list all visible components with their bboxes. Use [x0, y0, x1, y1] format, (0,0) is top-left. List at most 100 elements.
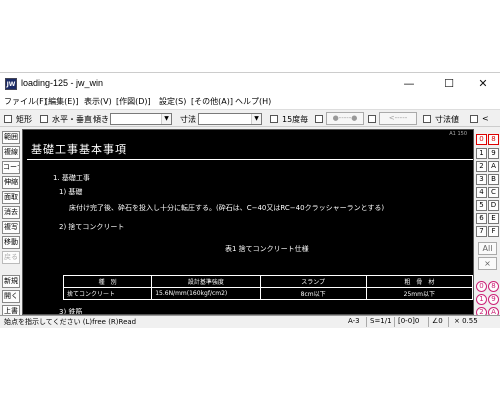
line-style-button-2[interactable]: <----- [379, 112, 417, 125]
dimval-checkbox[interactable] [423, 115, 431, 123]
subsection-rebar: 3) 鉄筋 [59, 308, 83, 315]
tool-corner-button[interactable]: コーナー [2, 161, 20, 174]
layer-group-8-button[interactable]: 8 [488, 134, 499, 145]
layer-e-button[interactable]: E [488, 213, 499, 224]
table-header-cell: 種 別 [62, 275, 153, 288]
tool-copy-button[interactable]: 複写 [2, 221, 20, 234]
title-underline [27, 159, 473, 160]
group-1-button[interactable]: 1 [476, 294, 487, 305]
rect-label: 矩形 [16, 115, 32, 124]
layer-1-button[interactable]: 1 [476, 148, 487, 159]
deg15-label: 15度毎 [282, 115, 309, 124]
rect-checkbox[interactable] [4, 115, 12, 123]
menu-settings[interactable]: 設定(S) [159, 96, 186, 107]
layer-3-button[interactable]: 3 [476, 174, 487, 185]
menu-file[interactable]: ファイル(F) [4, 96, 47, 107]
hv-checkbox[interactable] [40, 115, 48, 123]
tool-move-button[interactable]: 移動 [2, 236, 20, 249]
foundation-paragraph: 床付け完了後、砕石を投入し十分に転圧する。(砕石は、C−40又はRC−40クラッ… [69, 204, 385, 212]
group-8-button[interactable]: 8 [488, 281, 499, 292]
tool-new-button[interactable]: 新規 [2, 275, 20, 288]
all-layers-button[interactable]: All [478, 242, 497, 255]
layer-b-button[interactable]: B [488, 174, 499, 185]
dim-label: 寸法 [180, 115, 196, 124]
less-checkbox[interactable] [470, 115, 478, 123]
status-divider [366, 317, 367, 327]
less-label: < [482, 114, 489, 123]
dimval-label: 寸法値 [435, 115, 459, 124]
table-cell: 捨てコンクリート [62, 287, 153, 300]
layer-f-button[interactable]: F [488, 226, 499, 237]
section-1-heading: 1. 基礎工事 [53, 174, 90, 182]
table-header-row: 種 別 設計基準強度 スランプ 粗 骨 材 [62, 275, 473, 288]
angle-status[interactable]: ∠0 [432, 317, 443, 325]
chevron-down-icon[interactable]: ▼ [161, 114, 171, 124]
drawing-canvas[interactable]: A1 150 基礎工事基本事項 1. 基礎工事 1) 基礎 床付け完了後、砕石を… [22, 129, 474, 315]
chevron-down-icon[interactable]: ▼ [251, 114, 261, 124]
paper-size-status[interactable]: A-3 [348, 317, 360, 325]
layer-9-button[interactable]: 9 [488, 148, 499, 159]
menu-draw[interactable]: [作図(D)] [116, 96, 151, 107]
menu-other[interactable]: [その他(A)] [191, 96, 233, 107]
jw-win-window: JW loading-125 - jw_win — ☐ ✕ ファイル(F) [編… [0, 72, 500, 328]
table-caption: 表1 捨てコンクリート仕様 [225, 245, 309, 253]
layer-group-0-button[interactable]: 0 [476, 134, 487, 145]
menu-edit[interactable]: [編集(E)] [45, 96, 79, 107]
tool-stretch-button[interactable]: 伸縮 [2, 176, 20, 189]
scale-status[interactable]: S=1/1 [370, 317, 392, 325]
layer-status[interactable]: [0-0]0 [398, 317, 419, 325]
hv-label: 水平・垂直 [52, 115, 92, 124]
concrete-spec-table: 種 別 設計基準強度 スランプ 粗 骨 材 捨てコンクリート 15.6N/mm(… [62, 275, 473, 300]
table-cell: 8cm以下 [259, 287, 367, 300]
group-9-button[interactable]: 9 [488, 294, 499, 305]
dim-combo[interactable]: ▼ [198, 113, 262, 125]
status-divider [394, 317, 395, 327]
table-cell: 25mm以下 [365, 287, 473, 300]
zoom-status[interactable]: × 0.55 [454, 317, 478, 325]
table-header-cell: スランプ [259, 275, 367, 288]
layer-6-button[interactable]: 6 [476, 213, 487, 224]
tool-undo-button[interactable]: 戻る [2, 251, 20, 264]
close-button[interactable]: ✕ [466, 73, 500, 95]
layer-c-button[interactable]: C [488, 187, 499, 198]
layer-a-button[interactable]: A [488, 161, 499, 172]
layer-5-button[interactable]: 5 [476, 200, 487, 211]
table-header-cell: 粗 骨 材 [365, 275, 473, 288]
app-icon: JW [5, 78, 17, 90]
slope-combo[interactable]: ▼ [110, 113, 172, 125]
layer-cross-button[interactable]: × [478, 257, 497, 270]
line-style-button-1[interactable]: ●-----● [326, 112, 364, 125]
line-checkbox-2[interactable] [368, 115, 376, 123]
table-header-cell: 設計基準強度 [151, 275, 261, 288]
table-row: 捨てコンクリート 15.6N/mm(160kgf/cm2) 8cm以下 25mm… [62, 287, 473, 300]
tool-erase-button[interactable]: 消去 [2, 206, 20, 219]
status-divider [428, 317, 429, 327]
window-title: loading-125 - jw_win [21, 78, 104, 88]
tool-parallel-button[interactable]: 複線 [2, 146, 20, 159]
tool-range-button[interactable]: 範囲 [2, 131, 20, 144]
minimize-button[interactable]: — [392, 73, 426, 95]
line-checkbox-1[interactable] [315, 115, 323, 123]
slope-label: 傾き [93, 115, 109, 124]
maximize-button[interactable]: ☐ [432, 73, 466, 95]
group-0-button[interactable]: 0 [476, 281, 487, 292]
menu-view[interactable]: 表示(V) [84, 96, 112, 107]
title-bar: JW loading-125 - jw_win — ☐ ✕ [0, 73, 500, 95]
subsection-leveling-concrete: 2) 捨てコンクリート [59, 223, 125, 231]
menu-bar: ファイル(F) [編集(E)] 表示(V) [作図(D)] 設定(S) [その他… [0, 95, 500, 109]
tool-options-bar: 矩形 水平・垂直 傾き ▼ 寸法 ▼ 15度毎 ●-----● <----- 寸… [0, 109, 500, 127]
document-title: 基礎工事基本事項 [31, 143, 127, 156]
status-bar: 始点を指示してください (L)free (R)Read A-3 S=1/1 [0… [0, 315, 500, 328]
table-cell: 15.6N/mm(160kgf/cm2) [151, 287, 261, 300]
tool-open-button[interactable]: 開く [2, 290, 20, 303]
tool-chamfer-button[interactable]: 面取 [2, 191, 20, 204]
subsection-foundation: 1) 基礎 [59, 188, 83, 196]
deg15-checkbox[interactable] [270, 115, 278, 123]
layer-7-button[interactable]: 7 [476, 226, 487, 237]
layer-d-button[interactable]: D [488, 200, 499, 211]
menu-help[interactable]: ヘルプ(H) [235, 96, 271, 107]
layer-4-button[interactable]: 4 [476, 187, 487, 198]
left-toolbox: 範囲 複線 コーナー 伸縮 面取 消去 複写 移動 戻る 新規 開く 上書 [0, 129, 22, 319]
status-message: 始点を指示してください (L)free (R)Read [4, 318, 137, 326]
layer-2-button[interactable]: 2 [476, 161, 487, 172]
